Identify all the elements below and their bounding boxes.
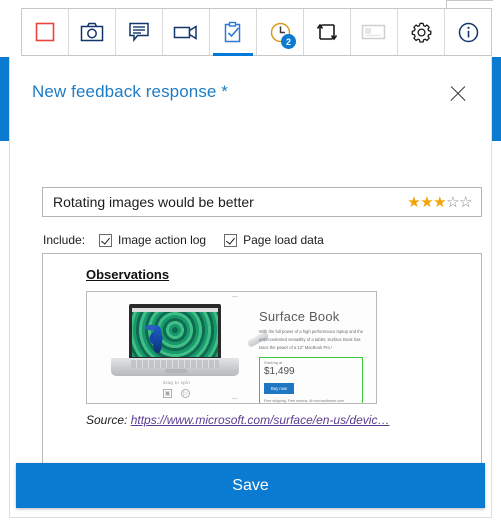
main-toolbar: 2: [21, 8, 492, 56]
toolbar-region: 2: [0, 0, 501, 57]
screenshot-controls: ▣ ▷: [119, 389, 234, 398]
star-3[interactable]: ★: [433, 194, 446, 211]
source-label: Source:: [86, 413, 128, 427]
history-badge: 2: [281, 34, 296, 49]
toolbar-button-stop[interactable]: [22, 9, 68, 55]
product-info-block: Surface Book With the full power of a hi…: [259, 309, 369, 403]
star-2[interactable]: ★: [420, 194, 433, 211]
checkbox-label-image-action-log: Image action log: [118, 233, 207, 247]
toolbar-button-record-video[interactable]: [162, 9, 209, 55]
play-icon[interactable]: ▷: [181, 389, 190, 398]
buy-now-button[interactable]: Buy now: [264, 382, 295, 394]
rating-stars[interactable]: ★★★☆☆: [407, 195, 481, 210]
shipping-note: Free shipping. Free returns. At microsof…: [264, 398, 344, 403]
gear-icon: [410, 21, 433, 44]
info-icon: [457, 21, 480, 44]
toolbar-button-sync[interactable]: [303, 9, 350, 55]
red-square-icon: [34, 21, 56, 43]
close-icon[interactable]: [447, 83, 469, 105]
clipboard-check-icon: [222, 21, 244, 44]
checkbox-image-action-log[interactable]: Image action log: [99, 233, 206, 247]
feedback-panel: New feedback response * Rotating images …: [9, 57, 492, 518]
toolbar-button-history[interactable]: 2: [256, 9, 303, 55]
star-5[interactable]: ☆: [459, 194, 472, 211]
laptop-lid: [129, 304, 221, 359]
observations-card: Observations drag to spin ▣ ▷ Surface Bo…: [42, 253, 482, 478]
include-options-row: Include: Image action log Page load data: [43, 233, 342, 247]
observations-heading: Observations: [86, 267, 170, 282]
speech-bubble-icon: [128, 21, 150, 43]
feedback-title-row: Rotating images would be better ★★★☆☆: [42, 187, 482, 217]
panel-header: New feedback response *: [32, 82, 469, 116]
star-4[interactable]: ☆: [446, 194, 459, 211]
toolbar-button-info[interactable]: [444, 9, 491, 55]
source-url-link[interactable]: https://www.microsoft.com/surface/en-us/…: [131, 413, 390, 427]
product-price: $1,499: [264, 365, 295, 377]
toolbar-button-screenshot[interactable]: [68, 9, 115, 55]
toolbar-button-devices[interactable]: [350, 9, 397, 55]
include-label: Include:: [43, 233, 86, 247]
laptop-keyboard: [131, 360, 219, 368]
screenshot-tick-top: [231, 296, 238, 297]
laptop-base: [111, 358, 239, 376]
screenshot-canvas: drag to spin ▣ ▷ Surface Book With the f…: [87, 292, 376, 403]
screenshot-tick-bottom: [231, 398, 238, 399]
laptop-screen-peacock-image: [132, 308, 218, 357]
product-description: With the full power of a high performanc…: [259, 328, 364, 350]
star-1[interactable]: ★: [407, 194, 420, 211]
toolbar-button-settings[interactable]: [397, 9, 444, 55]
surface-book-illustration: [111, 304, 239, 376]
source-line: Source: https://www.microsoft.com/surfac…: [86, 413, 389, 427]
right-accent-bar: [492, 57, 501, 141]
camera-icon: [80, 21, 104, 43]
starting-at-label: Starting at: [264, 360, 283, 365]
laptop-trackpad: [165, 369, 187, 373]
checkbox-checked-icon[interactable]: [99, 233, 113, 247]
video-camera-icon: [173, 23, 199, 41]
checkbox-page-load-data[interactable]: Page load data: [224, 233, 324, 247]
gallery-icon[interactable]: ▣: [163, 389, 172, 398]
monitor-icon: [361, 23, 387, 42]
product-name: Surface Book: [259, 309, 340, 324]
checkbox-checked-icon[interactable]: [224, 233, 238, 247]
feedback-app-window: 2 New feedback response * Rotating image…: [0, 0, 501, 525]
captured-screenshot-thumbnail[interactable]: drag to spin ▣ ▷ Surface Book With the f…: [86, 291, 377, 404]
toolbar-button-comment[interactable]: [115, 9, 162, 55]
save-button[interactable]: Save: [16, 463, 485, 508]
page-title: New feedback response *: [32, 82, 229, 101]
sync-arrows-icon: [316, 21, 338, 43]
left-accent-bar: [0, 57, 9, 141]
toolbar-button-feedback[interactable]: [209, 9, 256, 56]
feedback-title-input[interactable]: Rotating images would be better: [43, 194, 407, 210]
price-highlight-box: Starting at $1,499 Buy now Free shipping…: [259, 356, 363, 403]
checkbox-label-page-load-data: Page load data: [243, 233, 324, 247]
drag-to-spin-hint: drag to spin: [162, 380, 191, 385]
